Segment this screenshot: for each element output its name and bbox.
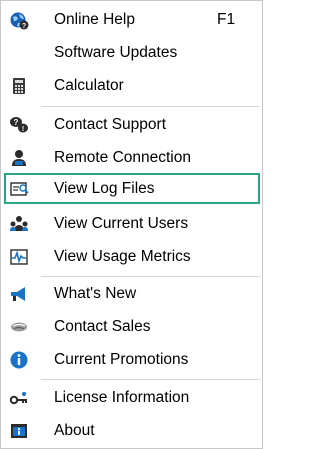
support-chat-icon: ?!	[9, 115, 29, 135]
svg-text:?: ?	[22, 23, 26, 30]
remote-connection-icon	[9, 148, 29, 168]
menu-item-label: View Current Users	[54, 215, 189, 232]
menu-item-contact-support[interactable]: ?! Contact Support	[4, 109, 260, 140]
calculator-icon	[9, 76, 29, 96]
shortcut-label: F1	[217, 11, 236, 28]
menu-item-label: What's New	[54, 285, 137, 302]
users-icon	[9, 214, 29, 234]
menu-item-contact-sales[interactable]: Contact Sales	[4, 311, 260, 342]
menu-item-label: View Usage Metrics	[54, 248, 191, 265]
svg-text:!: !	[22, 126, 24, 133]
menu-item-remote-connection[interactable]: Remote Connection	[4, 142, 260, 173]
menu-item-current-promotions[interactable]: Current Promotions	[4, 344, 260, 375]
log-files-icon	[9, 179, 29, 199]
menu-item-online-help[interactable]: ? Online Help F1	[4, 4, 260, 35]
menu-item-label: Remote Connection	[54, 149, 191, 166]
menu-item-label: Calculator	[54, 77, 124, 94]
menu-separator	[41, 379, 260, 380]
menu-item-about[interactable]: About	[4, 415, 260, 446]
megaphone-icon	[9, 284, 29, 304]
menu-item-label: Current Promotions	[54, 351, 189, 368]
metrics-icon	[9, 247, 29, 267]
menu-item-label: Contact Support	[54, 116, 167, 133]
menu-separator	[41, 276, 260, 277]
menu-item-view-usage-metrics[interactable]: View Usage Metrics	[4, 241, 260, 272]
info-icon	[9, 350, 29, 370]
menu-separator	[41, 106, 260, 107]
menu-item-view-log-files[interactable]: View Log Files	[4, 173, 260, 204]
help-globe-icon: ?	[9, 10, 29, 30]
menu-item-label: License Information	[54, 389, 190, 406]
menu-item-calculator[interactable]: Calculator	[4, 70, 260, 101]
menu-item-label: Online Help	[54, 11, 135, 28]
menu-item-whats-new[interactable]: What's New	[4, 278, 260, 309]
handshake-icon	[9, 317, 29, 337]
context-menu: ? Online Help F1 Software Updates Calcul…	[0, 0, 263, 449]
menu-item-license-information[interactable]: License Information	[4, 382, 260, 413]
svg-text:?: ?	[14, 118, 19, 127]
menu-item-label: Contact Sales	[54, 318, 151, 335]
key-icon	[9, 388, 29, 408]
about-icon	[9, 421, 29, 441]
menu-item-view-current-users[interactable]: View Current Users	[4, 208, 260, 239]
menu-item-label: View Log Files	[54, 180, 155, 197]
menu-item-label: Software Updates	[54, 44, 178, 61]
menu-item-software-updates[interactable]: Software Updates	[4, 37, 260, 68]
menu-item-label: About	[54, 422, 95, 439]
